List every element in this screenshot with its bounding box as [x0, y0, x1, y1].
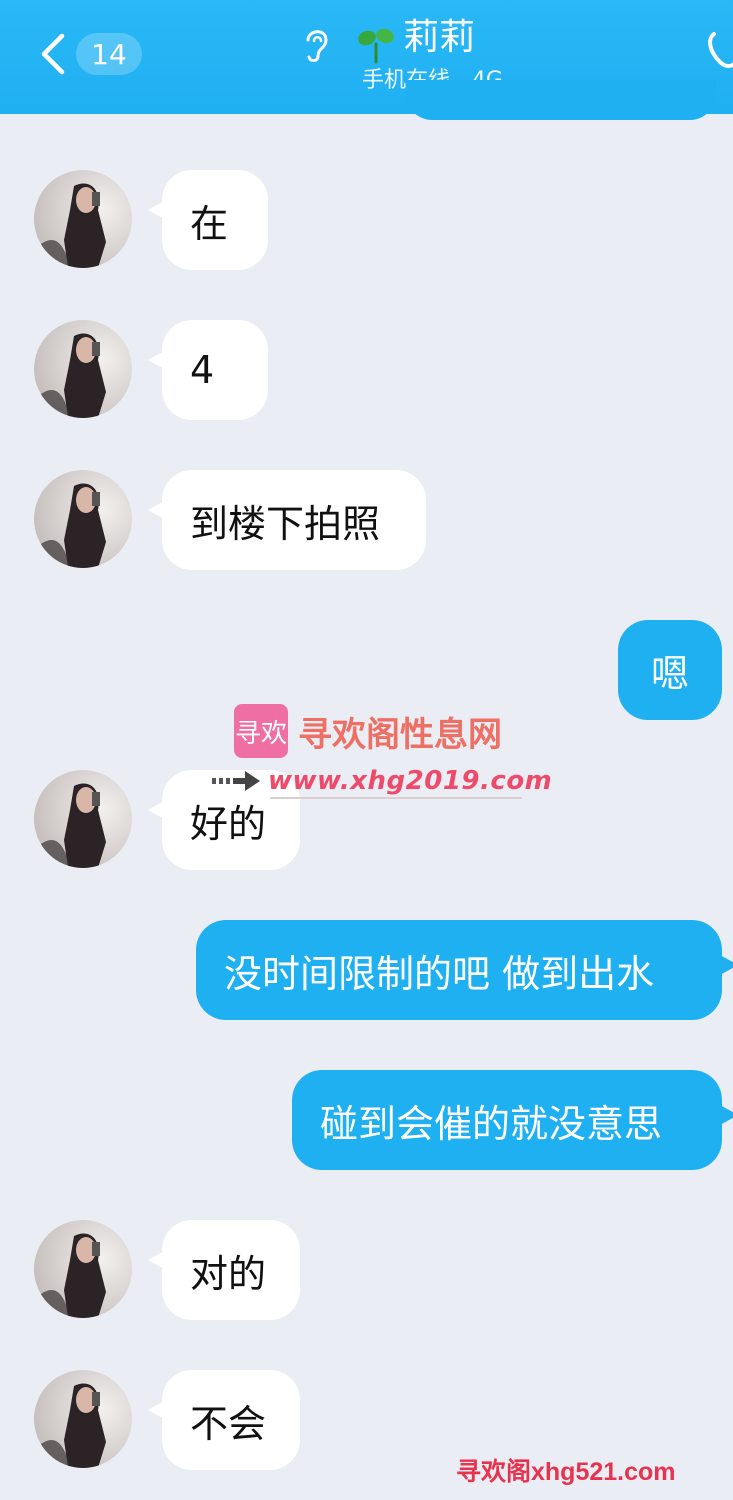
previous-message-bubble [406, 80, 716, 120]
incoming-message[interactable]: 不会 [162, 1370, 300, 1470]
watermark-title: 寻欢阁性息网 [298, 714, 502, 755]
avatar-photo [34, 783, 106, 868]
outgoing-message[interactable]: 没时间限制的吧 做到出水 [196, 920, 722, 1020]
avatar-photo [34, 183, 106, 268]
phone-icon[interactable] [704, 30, 733, 70]
watermark-url: www.xhg2019.com [268, 766, 553, 796]
avatar-photo [34, 1383, 106, 1468]
watermark-logo: 寻欢 寻欢阁性息网 [234, 702, 534, 760]
incoming-message[interactable]: 在 [162, 170, 268, 270]
contact-avatar[interactable] [34, 170, 132, 268]
contact-avatar[interactable] [34, 320, 132, 418]
arrow-right-icon [212, 771, 260, 791]
incoming-message[interactable]: 对的 [162, 1220, 300, 1320]
watermark-bottom: 寻欢阁xhg521.com [456, 1458, 676, 1486]
contact-name: 莉莉 [403, 17, 476, 58]
avatar-photo [34, 1233, 106, 1318]
ear-icon[interactable] [300, 24, 332, 64]
watermark-logo-badge: 寻欢 [234, 704, 288, 758]
avatar-photo [34, 483, 106, 568]
avatar-photo [34, 333, 106, 418]
unread-count-badge: 14 [76, 33, 142, 75]
leaf-icon [358, 28, 394, 64]
outgoing-message[interactable]: 碰到会催的就没意思 [292, 1070, 722, 1170]
incoming-message[interactable]: 4 [162, 320, 268, 420]
incoming-message[interactable]: 到楼下拍照 [162, 470, 426, 570]
back-button[interactable]: 14 [38, 30, 148, 78]
watermark-url-row: www.xhg2019.com [212, 766, 552, 796]
contact-avatar[interactable] [34, 1220, 132, 1318]
contact-avatar[interactable] [34, 470, 132, 568]
back-chevron-icon [41, 33, 65, 75]
contact-avatar[interactable] [34, 1370, 132, 1468]
contact-avatar[interactable] [34, 770, 132, 868]
watermark-underline [270, 797, 522, 799]
outgoing-message[interactable]: 嗯 [618, 620, 722, 720]
